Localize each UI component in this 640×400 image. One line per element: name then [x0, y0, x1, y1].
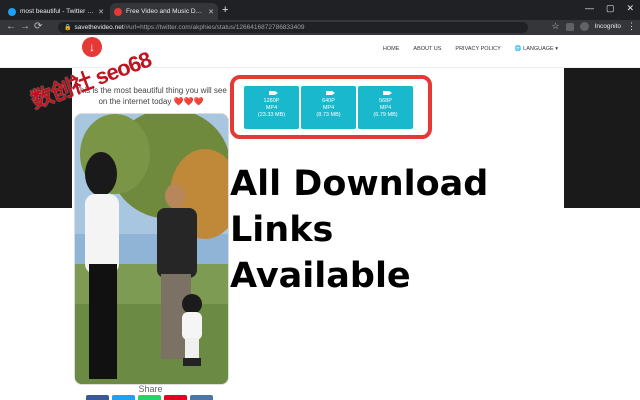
twitter-favicon-icon [8, 7, 16, 16]
twitter-share-button[interactable] [112, 395, 135, 400]
download-resolution: 640P [322, 98, 335, 104]
nav-about[interactable]: ABOUT US [413, 46, 441, 52]
video-camera-icon [382, 91, 392, 95]
facebook-share-button[interactable] [86, 395, 109, 400]
tab-video-downloader[interactable]: Free Video and Music Downloader ✕ [110, 3, 218, 20]
lock-icon: 🔒 [64, 25, 72, 31]
web-page: ↓ HOME ABOUT US PRIVACY POLICY 🌐 LANGUAG… [0, 35, 640, 400]
close-tab-icon[interactable]: ✕ [208, 8, 214, 16]
downloader-favicon-icon [114, 7, 122, 16]
download-size: (6.79 MB) [373, 112, 398, 118]
incognito-icon[interactable] [579, 22, 589, 31]
share-buttons [86, 395, 213, 400]
nav-privacy[interactable]: PRIVACY POLICY [455, 46, 500, 52]
whatsapp-share-button[interactable] [138, 395, 161, 400]
back-icon[interactable]: ← [6, 21, 16, 32]
browser-tab-bar: most beautiful - Twitter Search ✕ Free V… [0, 0, 640, 20]
tab-title: most beautiful - Twitter Search [20, 8, 96, 15]
download-format: MP4 [265, 105, 278, 111]
reload-icon[interactable]: ⟳ [34, 21, 42, 32]
video-camera-icon [268, 91, 278, 95]
pinterest-share-button[interactable] [164, 395, 187, 400]
new-tab-button[interactable]: + [222, 4, 228, 16]
close-tab-icon[interactable]: ✕ [98, 8, 104, 16]
dark-background-right [564, 68, 640, 208]
site-nav: HOME ABOUT US PRIVACY POLICY 🌐 LANGUAGE … [383, 46, 558, 52]
download-button-640p[interactable]: 640P MP4 (8.73 MB) [301, 86, 356, 129]
download-size: (8.73 MB) [316, 112, 341, 118]
address-bar[interactable]: 🔒 savethevideo.net /#url=https://twitter… [58, 22, 528, 33]
close-window-icon[interactable]: ✕ [626, 3, 634, 14]
download-button-1280p[interactable]: 1280P MP4 (23.33 MB) [244, 86, 299, 129]
video-preview[interactable] [74, 113, 229, 385]
site-logo[interactable]: ↓ [82, 37, 102, 57]
tab-twitter-search[interactable]: most beautiful - Twitter Search ✕ [4, 3, 108, 20]
minimize-icon[interactable]: — [585, 3, 594, 14]
url-path: /#url=https://twitter.com/akphies/status… [123, 24, 305, 31]
download-resolution: 1280P [263, 98, 280, 104]
maximize-icon[interactable]: ▢ [606, 3, 615, 14]
download-button-568p[interactable]: 568P MP4 (6.79 MB) [358, 86, 413, 129]
tab-title: Free Video and Music Downloader [126, 8, 205, 15]
download-resolution: 568P [379, 98, 392, 104]
caption-line: All Download [230, 164, 489, 204]
url-host: savethevideo.net [74, 24, 124, 31]
download-format: MP4 [322, 105, 335, 111]
nav-language[interactable]: 🌐 LANGUAGE ▾ [515, 46, 558, 52]
extension-icon[interactable] [565, 22, 574, 31]
bookmark-star-icon[interactable]: ☆ [552, 21, 560, 32]
vk-share-button[interactable] [190, 395, 213, 400]
share-label: Share [138, 384, 163, 394]
nav-home[interactable]: HOME [383, 46, 400, 52]
menu-dots-icon[interactable]: ⋮ [627, 21, 636, 32]
profile-label[interactable]: Incognito [595, 23, 621, 30]
toolbar-right: ☆ Incognito ⋮ [552, 21, 636, 32]
caption-line: Available [230, 256, 411, 296]
download-size: (23.33 MB) [257, 112, 286, 118]
window-controls: — ▢ ✕ [585, 3, 634, 14]
browser-toolbar: ← → ⟳ 🔒 savethevideo.net /#url=https://t… [0, 20, 640, 35]
caption-line: Links [230, 210, 334, 250]
download-format: MP4 [379, 105, 392, 111]
video-camera-icon [325, 91, 335, 95]
video-thumbnail [75, 114, 228, 384]
overlay-caption: All Download Links Available [230, 161, 530, 299]
forward-icon[interactable]: → [20, 21, 30, 32]
